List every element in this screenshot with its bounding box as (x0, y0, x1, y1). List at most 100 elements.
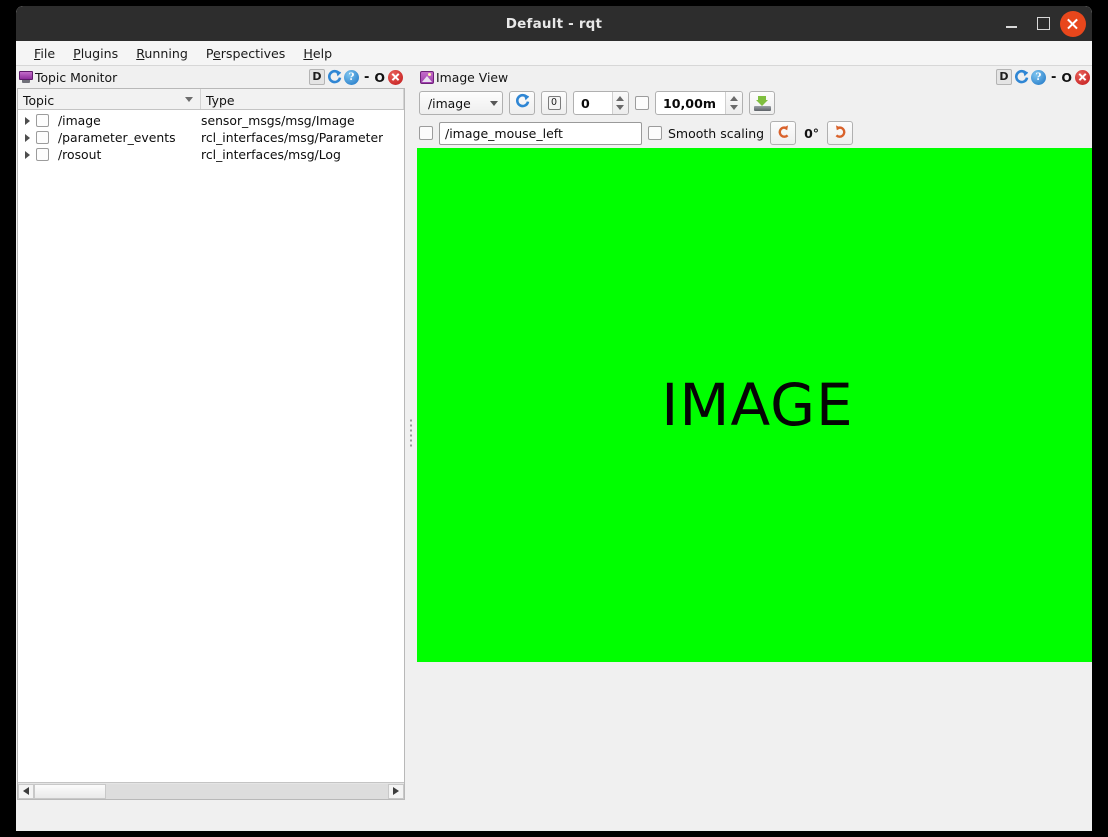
dock-area: Topic Monitor D ? - O Topic Type /image … (16, 66, 1092, 800)
topic-monitor-titlebar: Topic Monitor D ? - O (16, 66, 405, 88)
menu-perspectives[interactable]: Perspectives (197, 44, 295, 63)
smooth-scaling-checkbox[interactable] (648, 126, 662, 140)
column-header-topic[interactable]: Topic (18, 89, 201, 109)
window-titlebar: Default - rqt (16, 6, 1092, 41)
expand-arrow-icon[interactable] (18, 116, 36, 125)
scrollbar-track[interactable] (106, 783, 388, 799)
window-controls (996, 6, 1086, 41)
topic-select-value: /image (428, 95, 471, 111)
image-view-toolbar-row1: /image 0 0 10,00m (417, 88, 1092, 118)
menu-file-post: ile (40, 45, 56, 61)
topic-monitor-dock-button[interactable]: D (308, 69, 325, 85)
menu-file[interactable]: File (25, 44, 64, 63)
topic-type: sensor_msgs/msg/Image (201, 113, 355, 128)
image-view-minimize-button[interactable]: - (1047, 70, 1060, 85)
topic-name: /rosout (58, 147, 102, 162)
column-header-type[interactable]: Type (201, 89, 404, 109)
topic-monitor-title: Topic Monitor (35, 69, 118, 85)
scrollbar-thumb[interactable] (34, 783, 106, 799)
table-row[interactable]: /parameter_events rcl_interfaces/msg/Par… (18, 129, 404, 146)
topic-checkbox[interactable] (36, 114, 49, 127)
horizontal-scrollbar[interactable] (18, 782, 404, 799)
minimize-icon[interactable] (996, 9, 1026, 39)
rotate-left-button[interactable] (770, 121, 797, 145)
main-window: Default - rqt File Plugins Running Persp… (16, 6, 1092, 831)
topic-monitor-close-icon[interactable] (388, 69, 403, 85)
topic-checkbox[interactable] (36, 148, 49, 161)
monitor-icon (19, 71, 33, 83)
column-header-topic-label: Topic (23, 92, 55, 108)
maximize-icon[interactable] (1028, 9, 1058, 39)
image-canvas[interactable]: IMAGE (417, 148, 1092, 800)
menu-perspectives-mnemonic: e (212, 45, 221, 61)
spin-up-icon[interactable] (730, 96, 739, 101)
topic-monitor-dock-controls: D ? - O (308, 69, 403, 85)
expand-arrow-icon[interactable] (18, 150, 36, 159)
menu-plugins-post: lugins (80, 45, 119, 61)
image-view-titlebar: Image View D ? - O (417, 66, 1092, 88)
image-view-help-icon[interactable]: ? (1030, 69, 1046, 85)
topic-monitor-dock: Topic Monitor D ? - O Topic Type /image … (16, 66, 405, 800)
scroll-left-icon[interactable] (18, 783, 34, 799)
spin-down-icon[interactable] (730, 105, 739, 110)
smooth-scaling-label: Smooth scaling (668, 125, 765, 141)
status-area (16, 800, 1092, 831)
mouse-topic-input[interactable]: /image_mouse_left (439, 121, 642, 145)
column-header-type-label: Type (206, 92, 235, 108)
range-checkbox[interactable] (635, 96, 649, 110)
chevron-down-icon (490, 100, 498, 106)
image-view-icon (420, 70, 434, 84)
mouse-topic-value: /image_mouse_left (445, 125, 563, 141)
image-view-close-icon[interactable] (1075, 69, 1090, 85)
spin-up-icon[interactable] (616, 96, 625, 101)
menu-help-mnemonic: H (303, 45, 313, 61)
refresh-button[interactable] (509, 91, 535, 115)
menu-plugins-mnemonic: P (73, 45, 81, 61)
topic-monitor-float-button[interactable]: O (374, 70, 387, 85)
save-image-button[interactable] (749, 91, 775, 115)
topic-name: /parameter_events (58, 130, 176, 145)
spin-down-icon[interactable] (616, 105, 625, 110)
menu-help-post: elp (312, 45, 333, 61)
rotate-right-button[interactable] (827, 121, 854, 145)
topic-name: /image (58, 113, 101, 128)
save-image-icon (753, 95, 771, 111)
index-spinbox-buttons[interactable] (611, 92, 628, 114)
topic-monitor-help-icon[interactable]: ? (343, 69, 359, 85)
menu-plugins[interactable]: Plugins (64, 44, 127, 63)
range-spinbox-value: 10,00m (663, 95, 716, 111)
menu-help[interactable]: Help (294, 44, 341, 63)
topic-tree: Topic Type /image sensor_msgs/msg/Image (17, 88, 405, 800)
image-view-title: Image View (436, 69, 509, 85)
close-icon[interactable] (1060, 10, 1086, 37)
menu-running-post: unning (144, 45, 188, 61)
publish-click-checkbox[interactable] (419, 126, 433, 140)
menu-perspectives-post: rspectives (220, 45, 286, 61)
topic-checkbox[interactable] (36, 131, 49, 144)
sort-descending-icon (185, 97, 193, 102)
topic-type: rcl_interfaces/msg/Parameter (201, 130, 384, 145)
image-view-dock: Image View D ? - O /image 0 0 10,00m /im… (417, 66, 1092, 800)
range-spinbox[interactable]: 10,00m (655, 91, 743, 115)
index-spinbox[interactable]: 0 (573, 91, 629, 115)
table-row[interactable]: /rosout rcl_interfaces/msg/Log (18, 146, 404, 163)
topic-monitor-minimize-button[interactable]: - (360, 70, 373, 85)
image-view-dock-button[interactable]: D (995, 69, 1012, 85)
range-spinbox-buttons[interactable] (725, 92, 742, 114)
topic-tree-header: Topic Type (18, 89, 404, 110)
scroll-right-icon[interactable] (388, 783, 404, 799)
index-button[interactable]: 0 (541, 91, 567, 115)
image-view-toolbar-row2: /image_mouse_left Smooth scaling 0° (417, 118, 1092, 148)
table-row[interactable]: /image sensor_msgs/msg/Image (18, 112, 404, 129)
dock-splitter[interactable] (405, 66, 417, 800)
topic-monitor-reload-icon[interactable] (326, 69, 343, 85)
image-view-reload-icon[interactable] (1013, 69, 1030, 85)
splitter-handle[interactable] (410, 419, 412, 447)
image-view-float-button[interactable]: O (1061, 70, 1074, 85)
expand-arrow-icon[interactable] (18, 133, 36, 142)
image-display[interactable]: IMAGE (417, 148, 1092, 662)
topic-select[interactable]: /image (419, 91, 503, 115)
menu-perspectives-pre: P (205, 45, 213, 61)
menu-running[interactable]: Running (127, 44, 197, 63)
image-text: IMAGE (661, 371, 854, 439)
